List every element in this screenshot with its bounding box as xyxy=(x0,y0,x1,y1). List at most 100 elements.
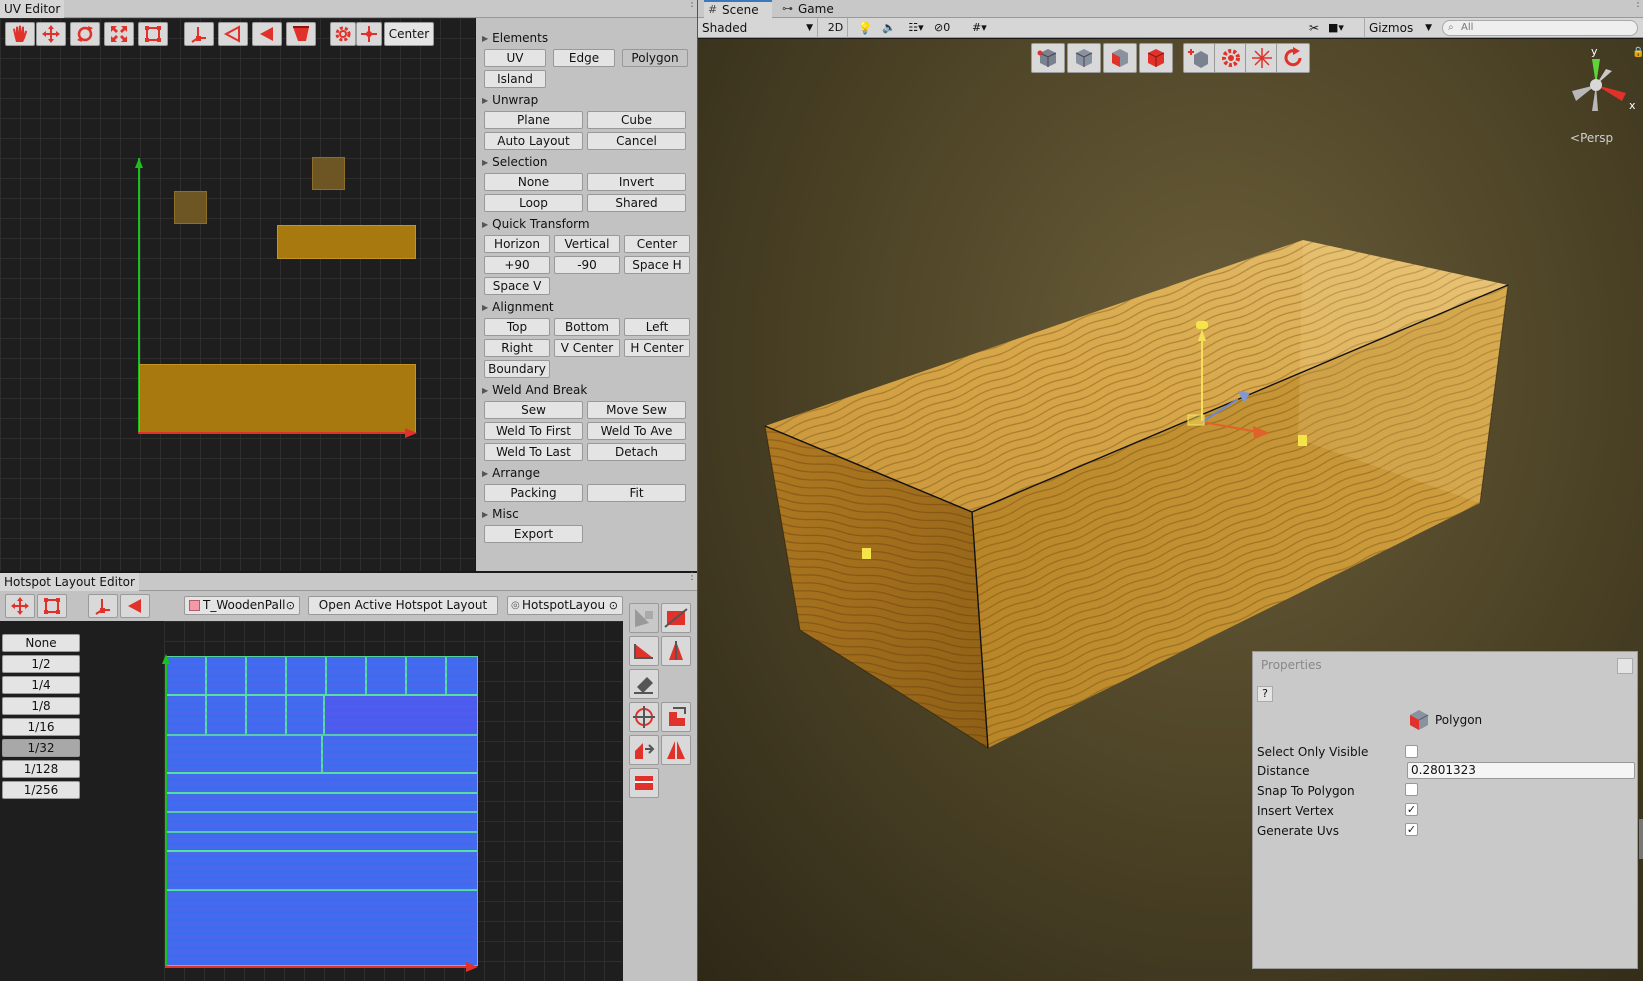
extrude-icon[interactable] xyxy=(661,636,691,666)
fit-button[interactable]: Fit xyxy=(587,484,686,502)
weld-to-last-button[interactable]: Weld To Last xyxy=(484,443,583,461)
section-unwrap[interactable]: Unwrap xyxy=(482,92,538,108)
object-select-icon[interactable] xyxy=(1139,43,1173,73)
more-menu-icon[interactable]: ⋮ xyxy=(1633,0,1643,14)
subdivision-none[interactable]: None xyxy=(2,634,80,652)
hidden-objects-icon[interactable]: ⊘0 xyxy=(934,18,968,38)
object-picker-icon[interactable]: ⊙ xyxy=(286,597,295,614)
pivot-icon[interactable] xyxy=(356,22,382,46)
select-only-visible-checkbox[interactable] xyxy=(1405,745,1418,758)
insert-vertex-checkbox[interactable]: ✓ xyxy=(1405,803,1418,816)
subdivision-1-8[interactable]: 1/8 xyxy=(2,697,80,715)
shape-select-icon[interactable] xyxy=(629,603,659,633)
shared-button[interactable]: Shared xyxy=(587,194,686,212)
rotate-plus90-button[interactable]: +90 xyxy=(484,256,550,274)
shading-dropdown[interactable]: Shaded ▼ xyxy=(702,18,818,38)
center-align-button[interactable]: Center xyxy=(624,235,690,253)
horizon-button[interactable]: Horizon xyxy=(484,235,550,253)
refresh-icon[interactable] xyxy=(1276,43,1310,73)
rect-icon[interactable] xyxy=(37,594,67,618)
eraser-icon[interactable] xyxy=(629,669,659,699)
tab-hotspot-layout-editor[interactable]: Hotspot Layout Editor xyxy=(0,573,139,591)
audio-icon[interactable]: 🔈 xyxy=(879,18,899,38)
section-selection[interactable]: Selection xyxy=(482,154,547,170)
split-face-icon[interactable] xyxy=(629,768,659,798)
lock-icon[interactable]: 🔒 xyxy=(1632,47,1643,58)
move-icon[interactable] xyxy=(36,22,66,46)
distance-field[interactable]: 0.2801323 xyxy=(1407,762,1635,779)
edge-button[interactable]: Edge xyxy=(553,49,615,67)
bevel-icon[interactable] xyxy=(629,636,659,666)
align-h-center-button[interactable]: H Center xyxy=(624,339,690,357)
merge-icon[interactable] xyxy=(629,735,659,765)
export-button[interactable]: Export xyxy=(484,525,583,543)
plane-button[interactable]: Plane xyxy=(484,111,583,129)
more-menu-icon[interactable]: ⋮ xyxy=(687,572,697,587)
orientation-gizmo[interactable]: y x xyxy=(1566,45,1636,125)
texture-object-field[interactable]: T_WoodenPall ⊙ xyxy=(184,596,300,615)
hotspot-normal-texture[interactable] xyxy=(166,656,478,966)
align-bottom-button[interactable]: Bottom xyxy=(554,318,620,336)
gizmos-dropdown[interactable]: Gizmos ▼ xyxy=(1364,18,1436,38)
tab-scene[interactable]: # Scene xyxy=(704,0,772,18)
settings-icon[interactable] xyxy=(330,22,356,46)
weld-to-ave-button[interactable]: Weld To Ave xyxy=(587,422,686,440)
corner-cut-icon[interactable] xyxy=(661,702,691,732)
weld-to-first-button[interactable]: Weld To First xyxy=(484,422,583,440)
rotate-minus90-button[interactable]: -90 xyxy=(554,256,620,274)
uv-island-small-2[interactable] xyxy=(312,157,345,190)
object-picker-icon[interactable]: ⊙ xyxy=(608,597,618,614)
subdivision-1-32[interactable]: 1/32 xyxy=(2,739,80,757)
subdivision-1-4[interactable]: 1/4 xyxy=(2,676,80,694)
slice-icon[interactable] xyxy=(661,603,691,633)
hotspot-layout-object-field[interactable]: ◎ HotspotLayou ⊙ xyxy=(507,596,623,615)
properties-close-button[interactable] xyxy=(1617,658,1633,674)
auto-layout-button[interactable]: Auto Layout xyxy=(484,132,583,150)
cube-button[interactable]: Cube xyxy=(587,111,686,129)
cancel-button[interactable]: Cancel xyxy=(587,132,686,150)
subdivision-1-128[interactable]: 1/128 xyxy=(2,760,80,778)
space-v-button[interactable]: Space V xyxy=(484,277,550,295)
vertex-mode-icon[interactable] xyxy=(88,594,118,618)
persp-label[interactable]: <Persp xyxy=(1570,131,1613,145)
subdivision-1-16[interactable]: 1/16 xyxy=(2,718,80,736)
snap-to-polygon-checkbox[interactable] xyxy=(1405,783,1418,796)
boundary-button[interactable]: Boundary xyxy=(484,360,550,378)
move-sew-button[interactable]: Move Sew xyxy=(587,401,686,419)
settings-gear-icon[interactable] xyxy=(1214,43,1248,73)
align-v-center-button[interactable]: V Center xyxy=(554,339,620,357)
polygon-button[interactable]: Polygon xyxy=(622,49,688,67)
open-active-hotspot-layout-button[interactable]: Open Active Hotspot Layout xyxy=(308,596,498,615)
section-misc[interactable]: Misc xyxy=(482,506,519,522)
tab-game[interactable]: ⊶ Game xyxy=(778,0,838,18)
add-cube-icon[interactable] xyxy=(1183,43,1217,73)
uv-island-large[interactable] xyxy=(139,364,416,433)
pivot-center-icon[interactable] xyxy=(1245,43,1279,73)
space-h-button[interactable]: Space H xyxy=(624,256,690,274)
pivot-snap-icon[interactable] xyxy=(629,702,659,732)
subdivision-1-256[interactable]: 1/256 xyxy=(2,781,80,799)
vertical-button[interactable]: Vertical xyxy=(554,235,620,253)
grid-toggle-icon[interactable]: #▾ xyxy=(972,18,1006,38)
section-quick-transform[interactable]: Quick Transform xyxy=(482,216,589,232)
more-menu-icon[interactable]: ⋮ xyxy=(687,0,697,14)
align-right-button[interactable]: Right xyxy=(484,339,550,357)
scale-icon[interactable] xyxy=(104,22,134,46)
rotate-icon[interactable] xyxy=(70,22,100,46)
help-button[interactable]: ? xyxy=(1257,686,1273,702)
face-mode-icon[interactable] xyxy=(120,594,150,618)
align-left-button[interactable]: Left xyxy=(624,318,690,336)
search-input[interactable]: ⌕ All xyxy=(1442,20,1638,36)
section-alignment[interactable]: Alignment xyxy=(482,299,553,315)
vertex-select-icon[interactable] xyxy=(1031,43,1065,73)
tab-uv-editor[interactable]: UV Editor xyxy=(0,0,65,18)
scene-viewport[interactable]: y x 🔒 <Persp Properties ? Polygon Select… xyxy=(698,39,1643,981)
island-button[interactable]: Island xyxy=(484,70,546,88)
section-elements[interactable]: Elements xyxy=(482,30,548,46)
move-icon[interactable] xyxy=(5,594,35,618)
packing-button[interactable]: Packing xyxy=(484,484,583,502)
2d-toggle[interactable]: 2D xyxy=(824,18,848,38)
detach-button[interactable]: Detach xyxy=(587,443,686,461)
face-select-icon[interactable] xyxy=(1103,43,1137,73)
align-top-button[interactable]: Top xyxy=(484,318,550,336)
